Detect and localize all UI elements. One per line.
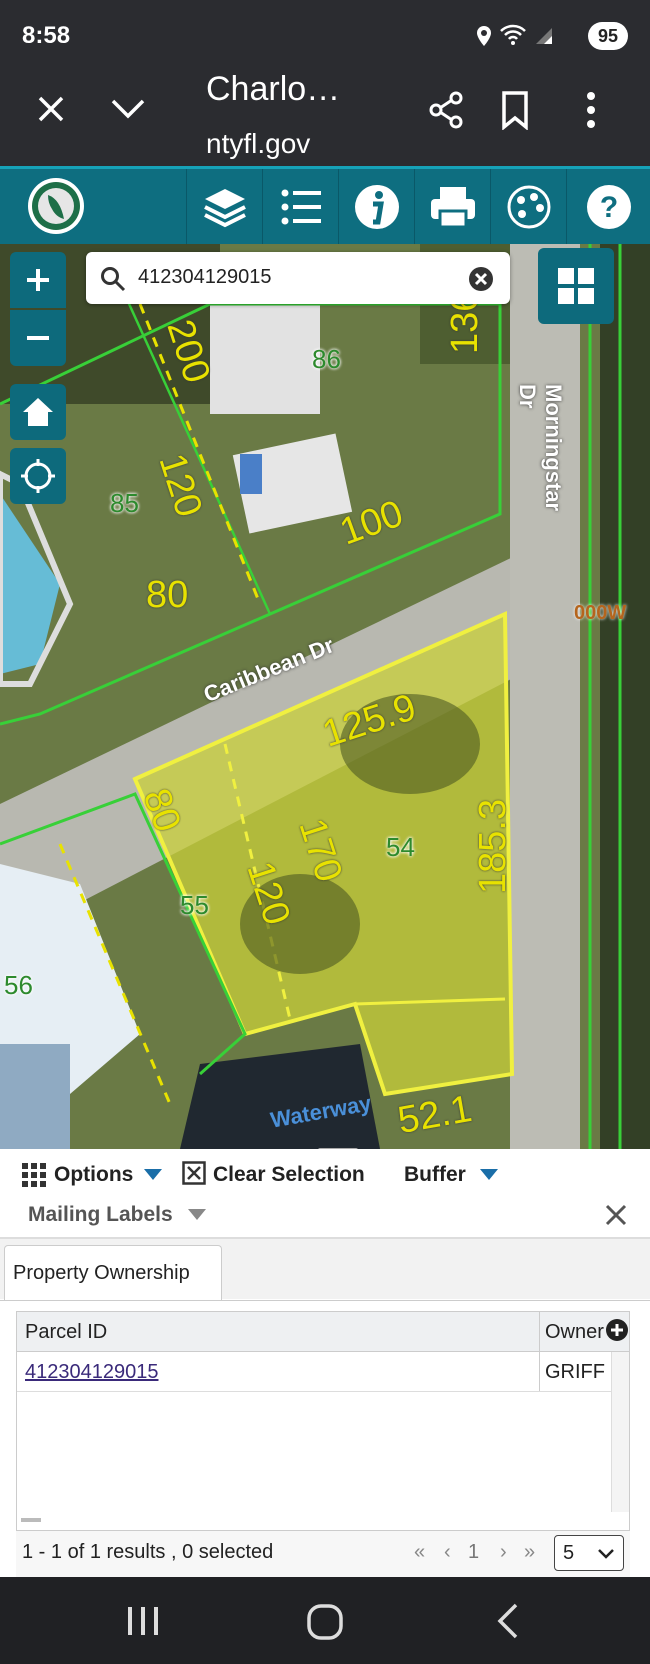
- divider: [0, 1300, 650, 1301]
- caret-down-icon: [188, 1209, 206, 1220]
- results-panel: Options Clear Selection Buffer Mailing L…: [0, 1149, 650, 1577]
- parcel-search-box[interactable]: 412304129015: [86, 252, 510, 304]
- page-size-value: 5: [563, 1542, 575, 1564]
- legend-button[interactable]: [262, 169, 338, 244]
- tab-label: Property Ownership: [13, 1262, 190, 1284]
- plus-icon: [27, 269, 49, 291]
- table-row[interactable]: 412304129015 GRIFF: [17, 1352, 629, 1392]
- parcel-number: 56: [4, 970, 33, 1000]
- current-page: 1: [468, 1541, 480, 1563]
- results-table: Parcel ID Owner 412304129015 GRIFF: [16, 1311, 630, 1531]
- page-title: Charlo…: [206, 70, 341, 108]
- zoom-in-button[interactable]: [10, 252, 66, 308]
- prev-page-button[interactable]: ‹: [444, 1541, 451, 1564]
- status-bar: 8:58 95: [0, 0, 650, 70]
- dimension-label: 185.3: [472, 798, 514, 894]
- county-seal-logo: [28, 178, 84, 234]
- svg-text:?: ?: [599, 191, 617, 224]
- list-icon: [281, 189, 321, 224]
- owner-cell: GRIFF: [545, 1361, 605, 1383]
- page-size-select[interactable]: 5: [554, 1535, 624, 1571]
- dimension-label: 80: [146, 574, 189, 616]
- info-icon: [354, 184, 399, 229]
- search-icon: [101, 267, 126, 292]
- clear-box-icon: [182, 1161, 206, 1185]
- signal-icon: [536, 28, 552, 44]
- map-view[interactable]: Caribbean Dr Morningstar Dr Waterway 000…: [0, 244, 650, 1149]
- close-panel-icon[interactable]: [604, 1203, 628, 1227]
- close-icon[interactable]: [36, 94, 66, 124]
- recents-icon[interactable]: [126, 1605, 160, 1637]
- column-header-parcel-id[interactable]: Parcel ID: [25, 1321, 107, 1344]
- layers-button[interactable]: [186, 169, 262, 244]
- chevron-down-icon[interactable]: [110, 98, 146, 120]
- status-time: 8:58: [22, 22, 71, 49]
- share-icon[interactable]: [426, 90, 466, 130]
- street-label-morningstar: Morningstar Dr: [515, 384, 566, 512]
- home-button[interactable]: [10, 384, 66, 440]
- table-footer: 1 - 1 of 1 results , 0 selected « ‹ 1 › …: [16, 1531, 630, 1577]
- chevron-down-icon: [598, 1549, 614, 1559]
- system-nav-bar: [0, 1577, 650, 1664]
- zoom-out-button[interactable]: [10, 310, 66, 366]
- horizontal-scrollbar[interactable]: [21, 1518, 41, 1522]
- grid-options-icon: [22, 1163, 46, 1187]
- grid-view-button[interactable]: [538, 248, 614, 324]
- layers-icon: [203, 188, 246, 227]
- options-menu[interactable]: Options: [54, 1163, 133, 1187]
- buffer-menu[interactable]: Buffer: [404, 1163, 466, 1187]
- palette-icon: [507, 185, 550, 228]
- home-icon: [23, 398, 53, 426]
- locate-button[interactable]: [10, 448, 66, 504]
- parcel-number: 86: [312, 344, 341, 374]
- basemap-button[interactable]: [490, 169, 566, 244]
- bookmark-icon[interactable]: [500, 90, 530, 130]
- grid-icon: [558, 268, 594, 304]
- caret-down-icon: [480, 1169, 498, 1180]
- column-header-owner[interactable]: Owner: [545, 1321, 604, 1344]
- clear-selection-button[interactable]: Clear Selection: [213, 1163, 365, 1187]
- battery-indicator: 95: [588, 22, 628, 50]
- back-icon[interactable]: [496, 1603, 520, 1639]
- wifi-icon: [500, 24, 526, 45]
- more-vert-icon[interactable]: [585, 90, 597, 130]
- next-page-button[interactable]: ›: [500, 1541, 507, 1564]
- location-icon: [477, 26, 491, 46]
- print-button[interactable]: [414, 169, 490, 244]
- mailing-labels-menu[interactable]: Mailing Labels: [28, 1203, 173, 1227]
- identify-button[interactable]: [338, 169, 414, 244]
- printer-icon: [430, 186, 475, 228]
- table-scrollbar[interactable]: [611, 1352, 629, 1512]
- street-label-partial: 000W: [574, 602, 627, 624]
- parcel-number: 55: [180, 890, 209, 920]
- help-button[interactable]: ?: [566, 169, 650, 244]
- browser-toolbar: Charlo… ntyfl.gov: [0, 70, 650, 166]
- table-header: [17, 1312, 629, 1352]
- app-toolbar: ?: [0, 166, 650, 244]
- minus-icon: [27, 336, 49, 340]
- first-page-button[interactable]: «: [414, 1541, 425, 1564]
- caret-down-icon: [144, 1169, 162, 1180]
- last-page-button[interactable]: »: [524, 1541, 535, 1564]
- help-icon: ?: [586, 184, 631, 229]
- clear-search-icon[interactable]: [468, 266, 494, 292]
- parcel-id-link[interactable]: 412304129015: [25, 1361, 158, 1384]
- results-summary: 1 - 1 of 1 results , 0 selected: [22, 1541, 274, 1563]
- home-nav-icon[interactable]: [306, 1603, 344, 1641]
- tab-property-ownership[interactable]: Property Ownership: [4, 1245, 222, 1301]
- parcel-number: 85: [110, 488, 139, 518]
- crosshair-icon: [21, 459, 55, 493]
- search-input[interactable]: 412304129015: [138, 266, 271, 289]
- aerial-map-image: [0, 244, 650, 1149]
- page-url[interactable]: ntyfl.gov: [206, 128, 310, 160]
- add-column-icon[interactable]: [605, 1318, 629, 1342]
- parcel-number: 54: [386, 832, 415, 862]
